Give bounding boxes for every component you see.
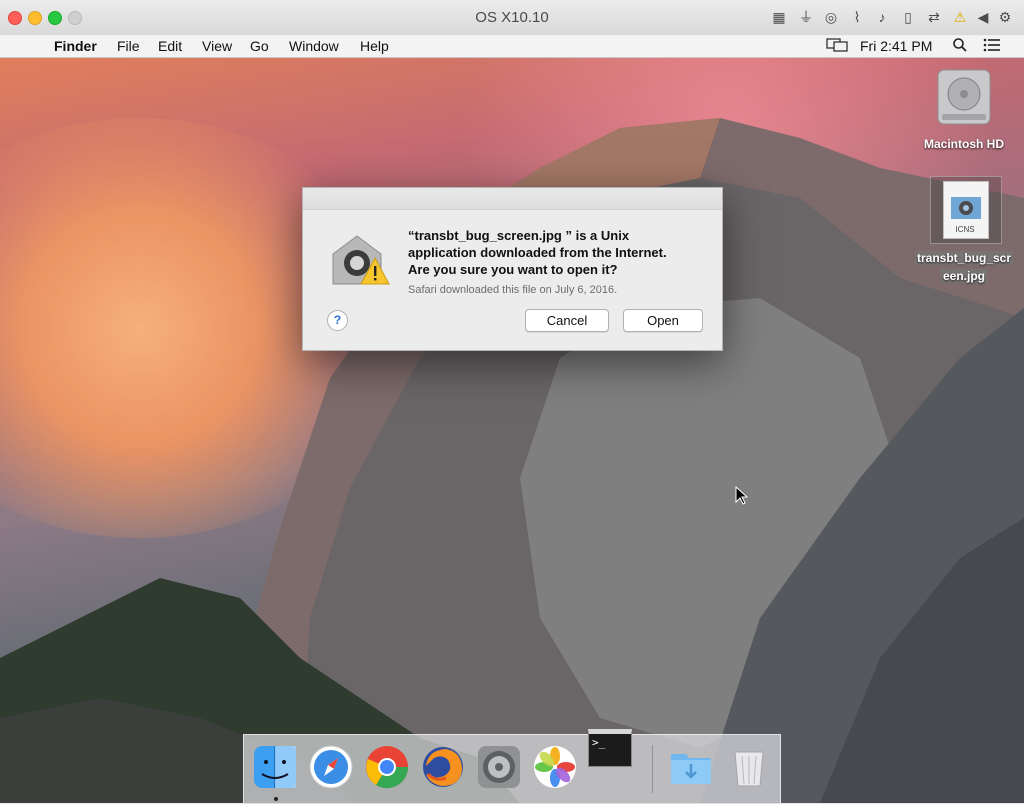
terminal-prompt: >_ <box>588 729 632 767</box>
transbt-file-label-line1: transbt_bug_scr <box>914 251 1014 265</box>
desktop[interactable]: Macintosh HD ICNS transbt_bug_scr een.jp… <box>0 58 1024 803</box>
dock-trash-icon[interactable] <box>726 744 772 790</box>
cancel-button[interactable]: Cancel <box>525 309 609 332</box>
dock-terminal-icon[interactable]: >_ <box>588 729 634 775</box>
dock-finder-icon[interactable] <box>252 744 298 790</box>
wallpaper-mountain <box>0 118 1024 803</box>
dock-photos-icon[interactable] <box>532 744 578 790</box>
menu-view[interactable]: View <box>202 38 232 54</box>
gatekeeper-warning-icon <box>329 230 391 288</box>
menu-file[interactable]: File <box>117 38 140 54</box>
display-mirror-icon[interactable] <box>826 37 848 56</box>
dialog-message-line1: “transbt_bug_screen.jpg ” is a Unix <box>408 228 630 243</box>
transbt-file-label-line2: een.jpg <box>940 269 987 283</box>
dock: >_ <box>243 729 781 804</box>
menu-go[interactable]: Go <box>250 38 269 54</box>
host-window-titlebar: OS X10.10 ▦ ⏚ ◎ ⌇ ♪ ▯ ⇄ ⚠ ◀ ⚙ <box>0 0 1024 36</box>
open-confirmation-dialog: “transbt_bug_screen.jpg ” is a Unix appl… <box>302 187 723 351</box>
menu-app-name[interactable]: Finder <box>54 38 97 54</box>
usb-icon[interactable]: ⏚ <box>797 8 815 26</box>
dialog-message: “transbt_bug_screen.jpg ” is a Unix appl… <box>408 227 708 278</box>
icns-badge: ICNS <box>955 225 975 234</box>
dock-firefox-icon[interactable] <box>420 744 466 790</box>
phone-icon[interactable]: ▯ <box>899 8 917 26</box>
mouse-cursor-icon <box>735 486 749 505</box>
notification-center-icon[interactable] <box>983 37 1001 56</box>
macintosh-hd-label[interactable]: Macintosh HD <box>904 137 1024 151</box>
dock-system-preferences-icon[interactable] <box>476 744 522 790</box>
cd-icon[interactable]: ◎ <box>822 8 840 26</box>
dialog-message-line2: application downloaded from the Internet… <box>408 245 667 260</box>
gear-icon[interactable]: ⚙ <box>996 8 1014 26</box>
dialog-message-line3: Are you sure you want to open it? <box>408 262 618 277</box>
menu-edit[interactable]: Edit <box>158 38 182 54</box>
open-button[interactable]: Open <box>623 309 703 332</box>
keyboard-icon[interactable]: ▦ <box>770 8 788 26</box>
macintosh-hd-icon[interactable] <box>934 66 994 128</box>
transbt-file-icon[interactable]: ICNS <box>930 176 1002 244</box>
network-icon[interactable]: ⌇ <box>848 8 866 26</box>
menu-window[interactable]: Window <box>289 38 339 54</box>
dock-safari-icon[interactable] <box>308 744 354 790</box>
menu-help[interactable]: Help <box>360 38 389 54</box>
screen-share-icon[interactable]: ⇄ <box>925 8 943 26</box>
finder-running-indicator <box>274 797 278 801</box>
dock-downloads-folder-icon[interactable] <box>668 744 714 790</box>
warning-icon[interactable]: ⚠ <box>951 8 969 26</box>
arrow-left-icon[interactable]: ◀ <box>974 8 992 26</box>
dock-separator <box>652 745 653 793</box>
dock-chrome-icon[interactable] <box>364 744 410 790</box>
spotlight-search-icon[interactable] <box>952 37 968 56</box>
host-window-title: OS X10.10 <box>475 9 549 26</box>
menu-bar: Finder File Edit View Go Window Help Fri… <box>0 35 1024 58</box>
dialog-titlebar <box>303 188 722 210</box>
menu-clock[interactable]: Fri 2:41 PM <box>860 38 932 54</box>
dialog-info-text: Safari downloaded this file on July 6, 2… <box>408 284 618 296</box>
help-button[interactable]: ? <box>327 310 348 331</box>
transbt-file-label[interactable]: transbt_bug_scr een.jpg <box>912 249 1016 285</box>
sound-icon[interactable]: ♪ <box>873 8 891 26</box>
